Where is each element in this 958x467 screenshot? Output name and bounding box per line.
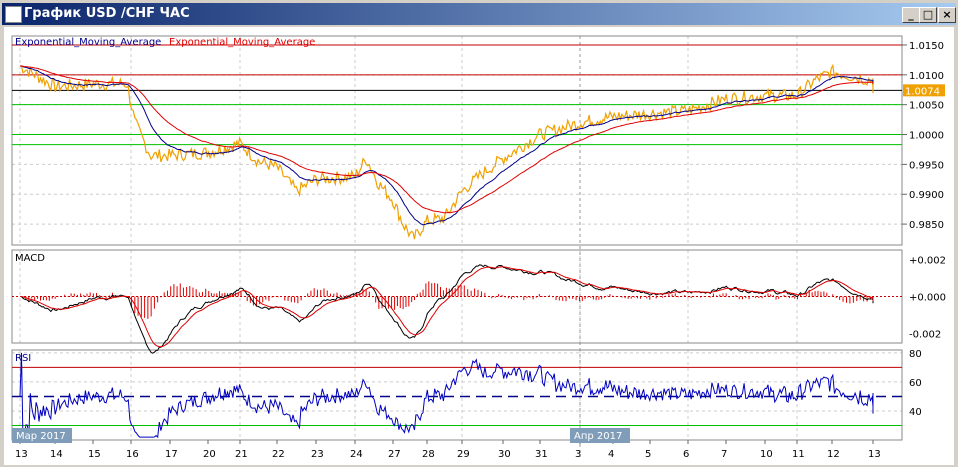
day-label: 5 (645, 449, 651, 460)
rsi-line (19, 352, 874, 439)
day-label: 7 (721, 449, 727, 460)
day-label: 16 (126, 449, 139, 460)
price-tick-label: 1.0000 (909, 131, 944, 142)
ema-legend-slow: Exponential_Moving_Average (169, 37, 315, 48)
chart-canvas[interactable]: Exponential_Moving_Average Exponential_M… (4, 27, 954, 465)
minimize-button[interactable]: _ (902, 7, 920, 23)
price-tick-label: 0.9950 (909, 160, 944, 171)
day-label: 10 (760, 449, 773, 460)
day-label: 17 (165, 449, 178, 460)
month-label: Мар 2017 (16, 431, 66, 442)
day-label: 3 (575, 449, 581, 460)
rsi-tick-label: 80 (909, 349, 922, 360)
day-label: 6 (683, 449, 689, 460)
price-tick-label: 0.9900 (909, 190, 944, 201)
ema-legend-fast: Exponential_Moving_Average (15, 37, 161, 48)
month-label: Апр 2017 (574, 431, 622, 442)
day-label: 14 (50, 449, 63, 460)
day-label: 29 (457, 449, 470, 460)
day-label: 15 (88, 449, 101, 460)
current-price-label: 1.0074 (905, 86, 940, 97)
rsi-title: RSI (15, 353, 31, 364)
day-label: 30 (498, 449, 511, 460)
chart-window: Exponential_Moving_Average Exponential_M… (4, 27, 954, 465)
day-label: 21 (235, 449, 248, 460)
day-label: 24 (350, 449, 363, 460)
chart-icon (5, 6, 22, 23)
day-label: 20 (203, 449, 216, 460)
day-label: 11 (792, 449, 805, 460)
day-label: 4 (608, 449, 614, 460)
price-tick-label: 1.0100 (909, 71, 944, 82)
rsi-tick-label: 60 (909, 378, 922, 389)
day-label: 13 (868, 449, 881, 460)
price-pane (11, 35, 903, 246)
ema-slow-line (20, 65, 874, 214)
day-label: 12 (827, 449, 840, 460)
day-label: 13 (15, 449, 28, 460)
title-bar: График USD /CHF ЧАС _ □ × (2, 3, 956, 25)
price-tick-label: 0.9850 (909, 220, 944, 231)
day-label: 28 (422, 449, 435, 460)
day-label: 22 (272, 449, 285, 460)
macd-tick-label: -0.002 (909, 330, 941, 341)
macd-tick-label: +0.002 (909, 255, 946, 266)
macd-tick-label: +0.000 (909, 293, 946, 304)
day-label: 27 (388, 449, 401, 460)
day-label: 31 (535, 449, 548, 460)
window-title: График USD /CHF ЧАС (24, 6, 190, 21)
macd-title: MACD (15, 253, 45, 264)
maximize-button[interactable]: □ (919, 7, 937, 23)
close-button[interactable]: × (938, 7, 956, 23)
price-tick-label: 1.0050 (909, 101, 944, 112)
day-label: 23 (311, 449, 324, 460)
rsi-tick-label: 40 (909, 407, 922, 418)
price-tick-label: 1.0150 (909, 41, 944, 52)
rsi-pane (11, 349, 903, 441)
ema-fast-line (20, 65, 874, 226)
